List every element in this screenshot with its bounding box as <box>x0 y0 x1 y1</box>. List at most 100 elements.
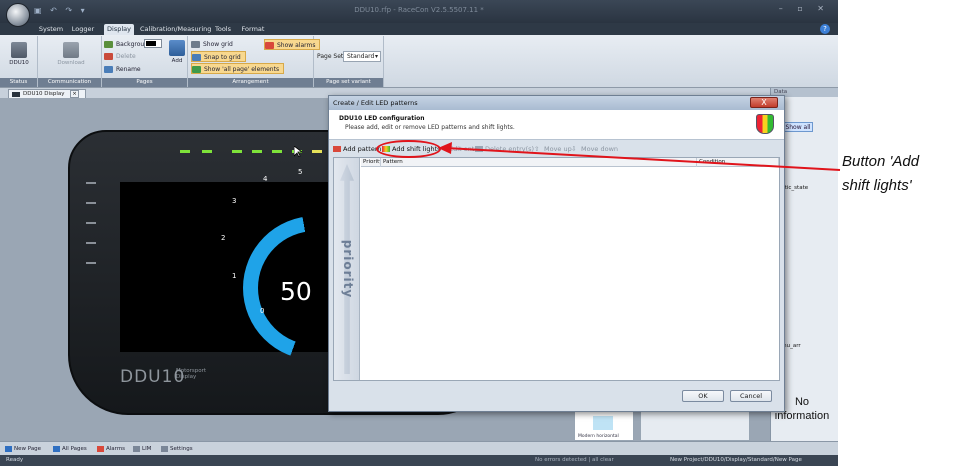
gauge-tick: 4 <box>263 175 268 183</box>
gauge-tick: 1 <box>232 272 237 280</box>
group-label-page-set: Page set variant <box>314 78 383 87</box>
callout-line: shift lights' <box>842 177 912 194</box>
ok-button[interactable]: OK <box>682 390 724 402</box>
close-icon[interactable]: × <box>70 90 79 98</box>
page-tab-new-page[interactable]: New Page <box>4 444 41 454</box>
download-button[interactable]: Download <box>54 42 88 66</box>
group-label-arrangement: Arrangement <box>188 78 313 87</box>
lim-icon <box>133 446 140 452</box>
arrow-up-icon: ⇧ <box>534 145 540 153</box>
ribbon-group-pages: Background Delete Rename Add Pages <box>102 36 188 87</box>
led <box>312 150 322 153</box>
layout-preview-thumbnail[interactable]: Modern horizontal <box>574 411 634 441</box>
pattern-list[interactable]: priority Priority Pattern Condition <box>333 157 780 381</box>
tab-display[interactable]: Display <box>104 24 134 35</box>
status-errors: No errors detected | all clear <box>535 457 614 463</box>
add-pattern-button[interactable]: Add pattern <box>333 144 382 154</box>
ribbon-group-arrangement: Show grid Snap to grid Show 'all page' e… <box>188 36 321 87</box>
racecon-app-window: ▣ ↶ ↷ ▾ DDU10.rfp - RaceCon V2.5.5507.11… <box>0 0 838 466</box>
page-tab-settings[interactable]: Settings <box>160 444 193 454</box>
preview-label: Modern horizontal <box>578 434 619 439</box>
ddu10-button[interactable]: DDU10 <box>4 42 34 66</box>
gauge-tick: 0 <box>260 307 265 315</box>
page-icon <box>5 446 12 452</box>
tab-format[interactable]: Format <box>240 24 266 35</box>
rename-page-button[interactable]: Rename <box>104 64 141 75</box>
dialog-heading: DDU10 LED configuration <box>339 115 425 122</box>
show-grid-button[interactable]: Show grid <box>191 39 233 50</box>
tab-logger[interactable]: Logger <box>70 24 96 35</box>
page-tab-label: New Page <box>14 446 42 452</box>
delete-icon <box>104 53 113 60</box>
dialog-subheading: Please add, edit or remove LED patterns … <box>345 124 515 131</box>
delete-entry-label: Delete entry(s) <box>485 145 535 153</box>
show-all-page-elements-button[interactable]: Show 'all page' elements <box>191 63 285 74</box>
page-tab-alarms[interactable]: Alarms <box>96 444 125 454</box>
side-led <box>86 242 96 244</box>
page-tab-all-pages[interactable]: All Pages <box>52 444 87 454</box>
snap-to-grid-button[interactable]: Snap to grid <box>191 51 246 62</box>
rename-page-label: Rename <box>116 66 141 73</box>
mouse-cursor-icon <box>294 146 302 157</box>
delete-page-button[interactable]: Delete <box>104 51 136 62</box>
pages-icon <box>53 446 60 452</box>
document-tab-ddu10-display[interactable]: DDU10 Display × <box>8 89 86 98</box>
side-led <box>86 202 96 204</box>
show-alarms-button[interactable]: Show alarms <box>264 39 321 50</box>
delete-icon <box>475 146 483 152</box>
dialog-title-bar: Create / Edit LED patterns X <box>329 96 784 110</box>
column-header-condition[interactable]: Condition <box>697 158 779 167</box>
ribbon-group-communication: Download Communication <box>38 36 102 87</box>
page-set-label: Page Set <box>317 53 344 60</box>
background-icon <box>104 41 113 48</box>
show-alarms-label: Show alarms <box>277 42 316 49</box>
ribbon: DDU10 Status Download Communication Back… <box>0 35 838 88</box>
column-header-pattern[interactable]: Pattern <box>381 158 697 167</box>
show-all-page-label: Show 'all page' elements <box>204 66 280 73</box>
arrow-down-icon: ⇩ <box>571 145 577 153</box>
application-menu-orb-icon[interactable] <box>6 3 30 27</box>
status-bar: Ready No errors detected | all clear New… <box>0 455 838 466</box>
callout-highlight-ellipse <box>376 140 441 158</box>
show-all-button[interactable]: Show all <box>783 122 813 132</box>
column-header-priority[interactable]: Priority <box>361 158 381 167</box>
snap-to-grid-label: Snap to grid <box>204 54 241 61</box>
edit-entry-button[interactable]: Edit entry <box>447 144 475 154</box>
dialog-title: Create / Edit LED patterns <box>333 99 418 107</box>
status-text: Ready <box>6 457 24 463</box>
background-color-picker[interactable] <box>144 39 162 48</box>
move-down-button[interactable]: ⇩ Move down <box>571 144 618 154</box>
add-page-button[interactable]: Add <box>168 40 186 64</box>
gauge-tick: 2 <box>221 234 226 242</box>
tab-system[interactable]: System <box>38 24 64 35</box>
cancel-button[interactable]: Cancel <box>730 390 772 402</box>
add-page-label: Add <box>171 58 183 64</box>
led-config-icon <box>756 114 774 134</box>
window-controls[interactable]: – ▫ ✕ <box>779 4 830 13</box>
tab-tools[interactable]: Tools <box>212 24 234 35</box>
dialog-close-button[interactable]: X <box>750 97 778 108</box>
gauge-tick: 5 <box>298 168 303 176</box>
ribbon-tab-strip: System Logger Display Calibration/Measur… <box>0 23 838 35</box>
move-up-button[interactable]: ⇧ Move up <box>534 144 572 154</box>
page-tab-label: LIM <box>142 446 152 452</box>
show-grid-label: Show grid <box>203 41 233 48</box>
page-set-select[interactable]: Standard ▾ <box>343 51 381 62</box>
ddu10-button-label: DDU10 <box>9 60 29 66</box>
download-icon <box>63 42 79 58</box>
page-tab-label: Alarms <box>106 446 126 452</box>
led <box>272 150 282 153</box>
snap-icon <box>192 54 201 61</box>
pattern-grid-header: Priority Pattern Condition <box>361 158 779 167</box>
window-title: DDU10.rfp - RaceCon V2.5.5507.11 * <box>354 6 484 14</box>
color-swatch <box>146 41 156 46</box>
delete-entry-button[interactable]: Delete entry(s) <box>475 144 534 154</box>
page-tab-lim[interactable]: LIM <box>132 444 151 454</box>
grid-icon <box>191 41 200 48</box>
ribbon-group-page-set: Page Set Standard ▾ Page set variant <box>314 36 384 87</box>
tab-calibration-measuring[interactable]: Calibration/Measuring <box>140 24 211 35</box>
help-icon[interactable]: ? <box>820 24 830 34</box>
brand-sub-line: Display <box>176 374 197 380</box>
settings-icon <box>161 446 168 452</box>
side-led <box>86 182 96 184</box>
